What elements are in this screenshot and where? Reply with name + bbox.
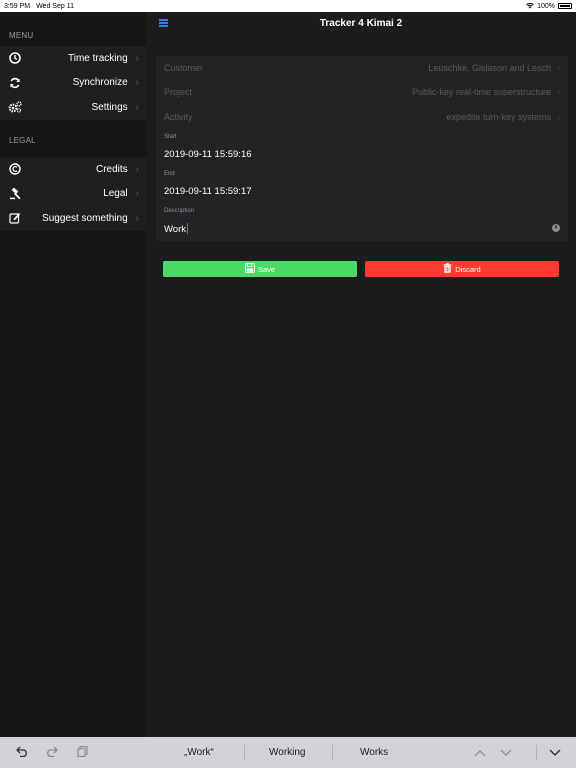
chevron-right-icon: › <box>557 63 560 73</box>
page-title: Tracker 4 Kimai 2 <box>319 18 403 29</box>
save-button[interactable]: Save <box>163 261 357 277</box>
copyright-icon <box>8 162 22 176</box>
activity-row[interactable]: Activity expedite turn-key systems › <box>156 105 568 129</box>
sidebar-item-label: Time tracking <box>68 52 128 64</box>
sidebar-item-credits[interactable]: Credits › <box>0 156 146 182</box>
chevron-up-icon[interactable] <box>474 746 486 760</box>
undo-icon[interactable] <box>16 746 29 760</box>
project-label: Project <box>164 87 193 97</box>
chevron-right-icon: › <box>135 163 139 175</box>
activity-value: expedite turn-key systems <box>446 112 551 122</box>
suggestion-3[interactable]: Works <box>360 747 388 758</box>
battery-percent: 100% <box>537 2 555 10</box>
chevron-right-icon: › <box>135 188 139 200</box>
save-icon <box>245 262 255 276</box>
sidebar-item-label: Credits <box>95 163 128 175</box>
chevron-right-icon: › <box>135 101 139 113</box>
activity-label: Activity <box>164 112 193 122</box>
suggestion-divider <box>332 745 333 760</box>
chevron-down-icon[interactable] <box>500 746 512 760</box>
timesheet-form: Customer Leuschke, Gislason and Lesch › … <box>156 56 568 241</box>
trash-icon <box>443 262 452 276</box>
sidebar-item-settings[interactable]: Settings › <box>0 95 146 120</box>
dismiss-keyboard-icon[interactable] <box>549 746 561 760</box>
start-field[interactable]: 2019-09-11 15:59:16 <box>164 149 252 160</box>
menu-section-header: MENU <box>9 31 34 40</box>
redo-icon[interactable] <box>45 746 58 760</box>
customer-label: Customer <box>164 63 204 73</box>
start-label: Start <box>164 134 177 140</box>
suggestion-1[interactable]: „Work“ <box>184 747 214 758</box>
chevron-right-icon: › <box>135 212 139 224</box>
sync-icon <box>8 76 22 90</box>
keyboard-shortcut-bar: „Work“ Working Works <box>0 737 576 768</box>
chevron-right-icon: › <box>557 87 560 97</box>
description-field[interactable]: Work <box>164 223 188 235</box>
clear-icon[interactable]: × <box>552 224 560 232</box>
discard-button[interactable]: Discard <box>365 261 559 277</box>
sidebar: MENU Time tracking › Synchronize › Setti… <box>0 12 146 737</box>
sidebar-item-label: Legal <box>103 188 128 200</box>
sidebar-item-label: Settings <box>91 101 128 113</box>
sidebar-item-label: Synchronize <box>72 77 128 89</box>
gears-icon <box>8 100 22 114</box>
status-time: 3:59 PM <box>4 2 31 10</box>
chevron-right-icon: › <box>557 112 560 122</box>
status-date: Wed Sep 11 <box>36 2 74 10</box>
suggestion-divider <box>244 745 245 760</box>
customer-value: Leuschke, Gislason and Lesch <box>428 63 551 73</box>
battery-icon <box>558 3 572 9</box>
sidebar-item-legal[interactable]: Legal › <box>0 181 146 206</box>
chevron-right-icon: › <box>135 77 139 89</box>
legal-section-header: LEGAL <box>9 135 36 145</box>
project-row[interactable]: Project Public-key real-time superstruct… <box>156 80 568 104</box>
edit-icon <box>8 211 22 225</box>
description-label: Description <box>164 208 195 214</box>
customer-row[interactable]: Customer Leuschke, Gislason and Lesch › <box>156 56 568 80</box>
chevron-right-icon: › <box>135 52 139 64</box>
discard-label: Discard <box>455 264 481 274</box>
status-bar: 3:59 PM Wed Sep 11 100% <box>0 0 576 12</box>
sidebar-item-suggest-something[interactable]: Suggest something › <box>0 205 146 231</box>
suggestion-2[interactable]: Working <box>269 747 306 758</box>
end-label: End <box>164 171 175 177</box>
text-cursor <box>187 223 188 234</box>
clock-icon <box>8 51 22 65</box>
wifi-icon <box>526 3 534 9</box>
sidebar-item-label: Suggest something <box>42 212 128 224</box>
sidebar-item-synchronize[interactable]: Synchronize › <box>0 70 146 96</box>
project-value: Public-key real-time superstructure <box>411 87 551 97</box>
save-label: Save <box>257 264 276 274</box>
paste-icon[interactable] <box>77 746 88 760</box>
gavel-icon <box>8 187 22 201</box>
main-panel: Tracker 4 Kimai 2 Customer Leuschke, Gis… <box>146 12 576 737</box>
navigation-bar: Tracker 4 Kimai 2 <box>146 12 576 37</box>
toolbar-divider <box>536 745 537 760</box>
sidebar-item-time-tracking[interactable]: Time tracking › <box>0 46 146 71</box>
description-value: Work <box>164 224 186 235</box>
end-field[interactable]: 2019-09-11 15:59:17 <box>164 186 252 197</box>
